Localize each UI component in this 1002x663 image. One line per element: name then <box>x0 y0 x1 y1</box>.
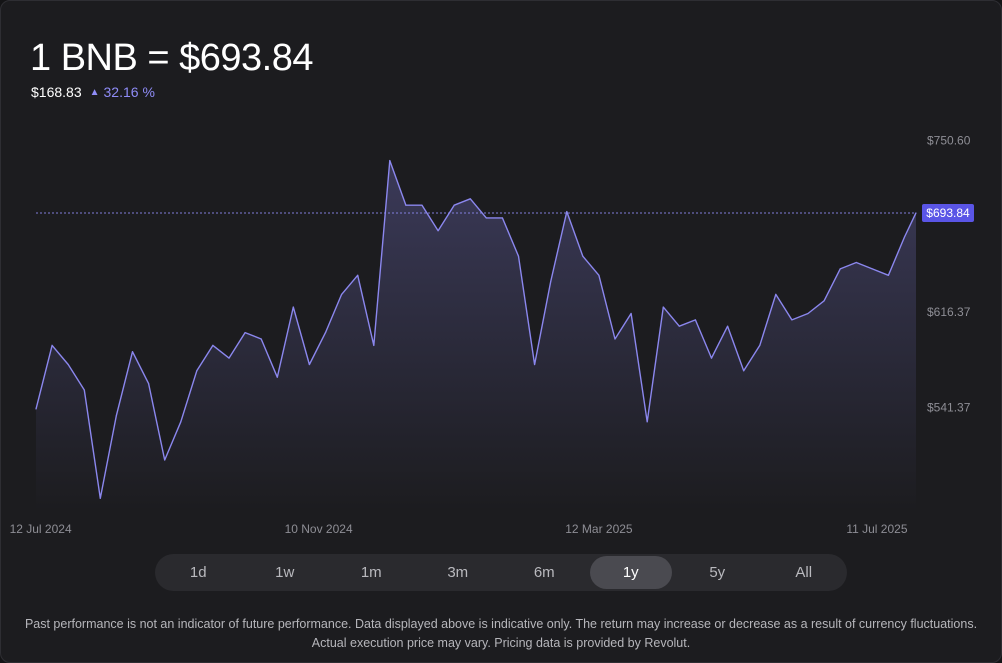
data-point <box>228 357 230 359</box>
tab-1w[interactable]: 1w <box>244 556 327 589</box>
x-tick-label: 11 Jul 2025 <box>846 522 907 536</box>
data-point <box>775 293 777 295</box>
data-point <box>727 325 729 327</box>
data-point <box>341 293 343 295</box>
x-tick-label: 10 Nov 2024 <box>285 522 353 536</box>
y-tick-label: $750.60 <box>927 134 971 148</box>
data-point <box>582 255 584 257</box>
data-point <box>453 204 455 206</box>
data-point <box>823 300 825 302</box>
data-point <box>212 344 214 346</box>
data-point <box>743 370 745 372</box>
data-point <box>710 357 713 359</box>
tab-3m[interactable]: 3m <box>417 556 500 589</box>
x-tick-label: 12 Jul 2024 <box>10 522 72 536</box>
disclaimer-text: Past performance is not an indicator of … <box>24 617 978 650</box>
data-point <box>598 274 600 276</box>
data-point <box>871 268 873 270</box>
data-point <box>196 370 198 372</box>
data-point <box>148 383 150 385</box>
data-point <box>646 421 648 423</box>
data-point <box>550 281 552 283</box>
data-point <box>260 338 262 340</box>
data-point <box>405 204 407 206</box>
data-point <box>694 319 697 321</box>
data-point <box>373 344 375 346</box>
data-point <box>566 211 568 213</box>
data-point <box>807 312 809 315</box>
data-point <box>99 497 101 499</box>
tab-5y[interactable]: 5y <box>676 556 759 589</box>
timeframe-selector: 1d 1w 1m 3m 6m 1y 5y All <box>155 554 847 591</box>
data-point <box>357 274 359 276</box>
data-point <box>485 217 487 219</box>
tab-1m[interactable]: 1m <box>330 556 413 589</box>
data-point <box>903 236 906 238</box>
data-point <box>244 332 246 334</box>
y-tick-label: $616.37 <box>927 305 971 319</box>
x-tick-label: 12 Mar 2025 <box>565 522 633 536</box>
data-point <box>83 389 85 391</box>
tab-1d[interactable]: 1d <box>157 556 240 589</box>
data-point <box>534 363 536 366</box>
data-point <box>759 344 761 346</box>
data-point <box>276 376 278 378</box>
tab-all[interactable]: All <box>763 556 846 589</box>
data-point <box>469 198 471 200</box>
data-point <box>51 344 53 346</box>
data-point <box>292 306 294 308</box>
price-card: 1 BNB = $693.84 $168.83 ▲ 32.16 % $693.8… <box>0 0 1002 663</box>
data-point <box>887 274 890 276</box>
price-chart: $693.84 $750.60 $616.37 $541.37 12 Jul 2024 1… <box>10 134 974 536</box>
data-point <box>517 255 520 257</box>
data-point <box>389 160 391 162</box>
data-point <box>67 363 69 366</box>
y-tick-label: $541.37 <box>927 400 971 414</box>
data-point <box>131 351 134 353</box>
data-point <box>630 312 632 315</box>
data-point <box>839 268 841 270</box>
data-point <box>308 363 310 366</box>
data-point <box>437 230 439 232</box>
data-point <box>662 306 664 308</box>
data-point <box>180 421 182 423</box>
data-point <box>915 212 917 214</box>
data-point <box>855 261 857 264</box>
data-point <box>678 325 680 327</box>
current-price-tag-label: $693.84 <box>926 206 970 220</box>
tab-1y[interactable]: 1y <box>589 556 672 589</box>
data-point <box>501 217 503 219</box>
data-point <box>421 204 423 206</box>
data-point <box>614 338 616 340</box>
data-point <box>324 332 327 334</box>
data-point <box>115 414 117 416</box>
data-point <box>164 459 166 461</box>
tab-6m[interactable]: 6m <box>503 556 586 589</box>
data-point <box>791 319 793 321</box>
data-point <box>35 408 37 410</box>
